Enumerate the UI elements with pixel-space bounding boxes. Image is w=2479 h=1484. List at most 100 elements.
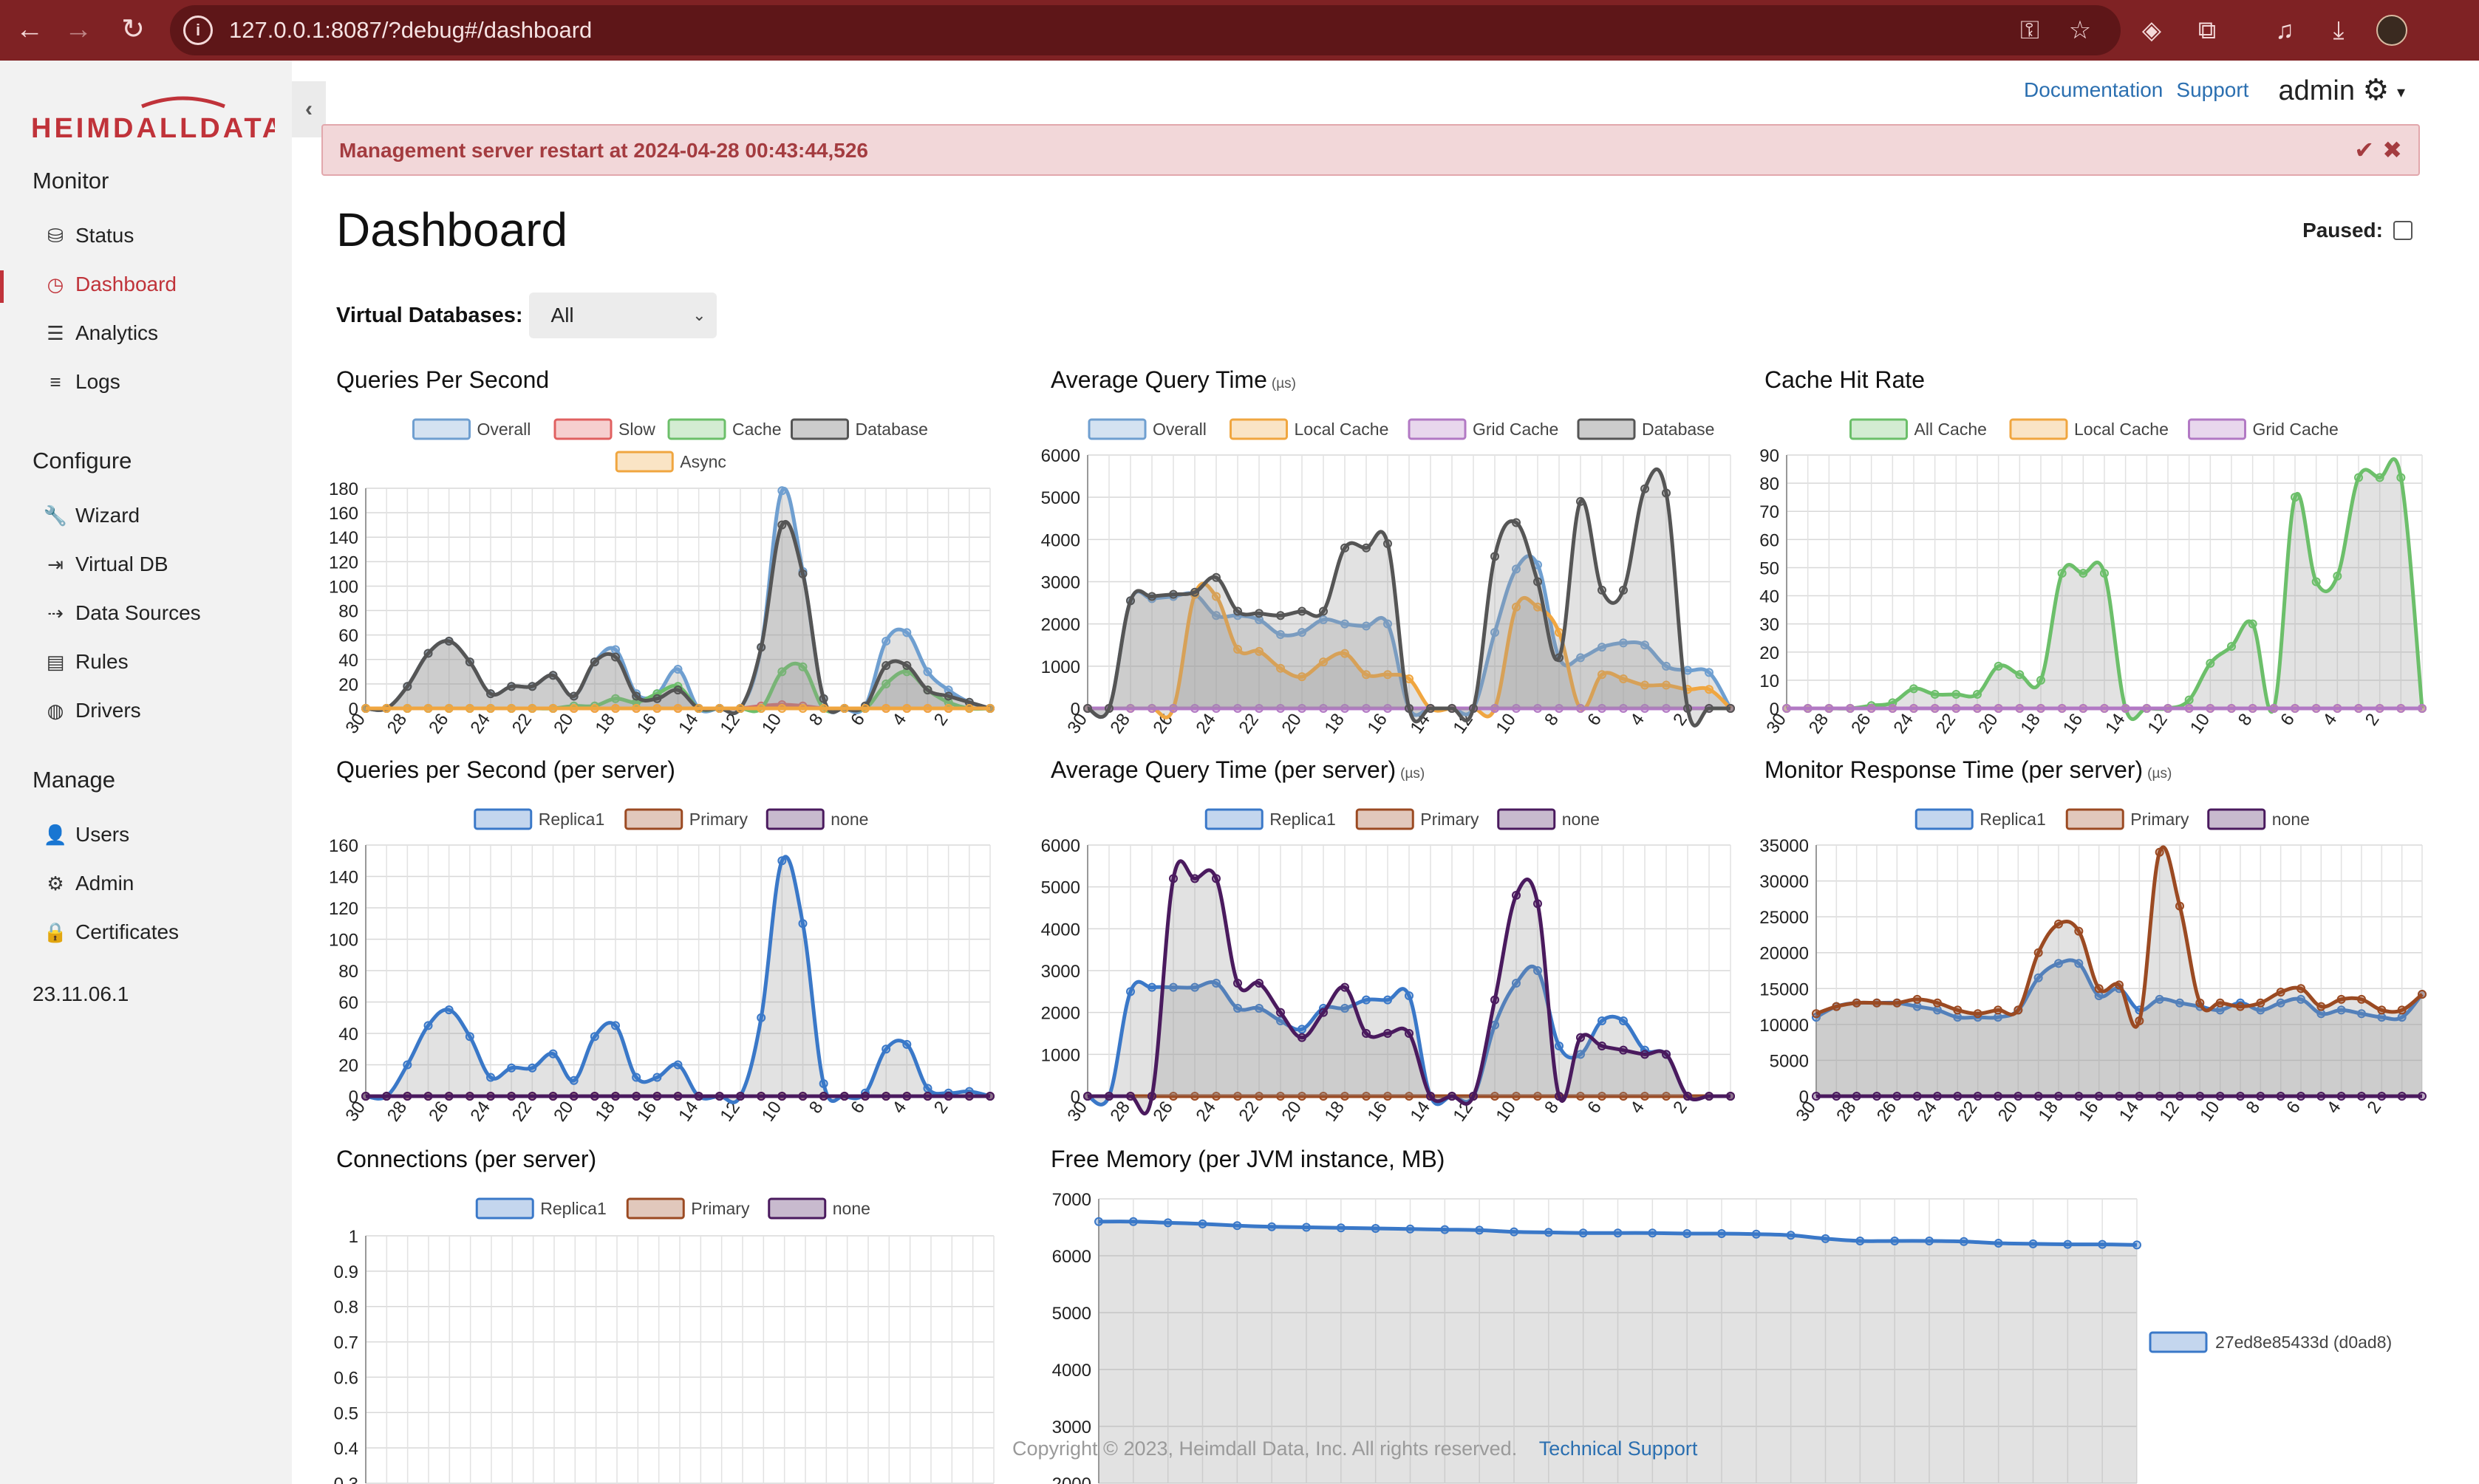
sidebar-item-rules[interactable]: ▤ Rules: [43, 646, 129, 678]
chart-canvas[interactable]: 02040608010012014016030 28 26 24 22 20 18 16 14 1…: [329, 756, 995, 1148]
sidebar-item-users[interactable]: 👤 Users: [43, 818, 129, 851]
x-tick-label: 30: [1762, 710, 1790, 737]
site-info-icon[interactable]: i: [183, 16, 213, 45]
sidebar-item-virtual-db[interactable]: ⇥ Virtual DB: [43, 548, 168, 581]
y-tick-label: 20: [1759, 643, 1779, 663]
data-point: [2354, 704, 2363, 713]
y-tick-label: 120: [329, 899, 358, 919]
data-point: [652, 704, 662, 713]
y-tick-label: 4000: [1041, 920, 1080, 940]
chart-canvas[interactable]: 2000 3000 4000 5000 6000 7000 27ed8e85433d (d0…: [1051, 1146, 2393, 1484]
url-text[interactable]: 127.0.0.1:8087/?debug#/dashboard: [229, 16, 592, 45]
data-point: [1190, 587, 1199, 597]
data-point: [777, 1092, 787, 1101]
data-point: [444, 704, 454, 713]
legend-label: Replica1: [1980, 810, 2046, 829]
chart-canvas[interactable]: 010203040506070809030 28 26 24 22 20 18 16 14 12 1…: [1759, 366, 2427, 760]
paused-checkbox[interactable]: [2393, 221, 2412, 240]
status-icon: ⛁: [47, 225, 64, 247]
sidebar-item-certificates[interactable]: 🔒 Certificates: [43, 916, 179, 948]
x-tick-label: 20: [1278, 1098, 1305, 1125]
chart-canvas[interactable]: 0.3 0.4 0.5 0.6 0.7 0.8 0.9 1 Replica1 Primary non…: [334, 1146, 995, 1484]
data-point: [2418, 1092, 2427, 1101]
star-icon[interactable]: ☆: [2060, 10, 2100, 50]
download-icon[interactable]: ⤓: [2319, 10, 2359, 50]
data-point: [423, 1092, 433, 1101]
legend-label: Slow: [618, 420, 655, 439]
address-bar[interactable]: i 127.0.0.1:8087/?debug#/dashboard: [170, 5, 2121, 55]
forward-icon[interactable]: →: [56, 7, 100, 52]
x-tick-label: 18: [591, 1098, 618, 1125]
y-tick-label: 180: [329, 479, 358, 499]
chevron-down-icon[interactable]: ▾: [2397, 83, 2405, 101]
back-icon[interactable]: ←: [7, 7, 52, 52]
sidebar-item-analytics[interactable]: ☰ Analytics: [43, 317, 158, 349]
data-point: [590, 657, 599, 667]
data-point: [444, 636, 454, 646]
close-icon[interactable]: ✖: [2382, 136, 2402, 164]
gear-icon[interactable]: ⚙: [2363, 74, 2390, 106]
support-link[interactable]: Support: [2176, 78, 2248, 102]
data-point: [1705, 685, 1714, 694]
data-point: [673, 1092, 683, 1101]
profile-avatar[interactable]: [2372, 10, 2412, 50]
virtual-db-select[interactable]: All ⌄: [528, 293, 717, 338]
technical-support-link[interactable]: Technical Support: [1539, 1437, 1698, 1460]
data-point: [882, 704, 891, 713]
reload-icon[interactable]: ↻: [111, 7, 155, 52]
sidebar-item-drivers[interactable]: ◍ Drivers: [43, 694, 141, 727]
data-point: [1276, 1008, 1285, 1017]
data-point: [923, 685, 932, 695]
version-label: 23.11.06.1: [33, 982, 129, 1005]
data-point: [1803, 704, 1813, 713]
legend-label: Grid Cache: [2253, 420, 2339, 439]
legend-swatch: [1577, 418, 1636, 440]
data-point: [548, 1092, 558, 1101]
sidebar-item-admin[interactable]: ⚙ Admin: [43, 867, 134, 900]
chart-canvas[interactable]: 02040608010012014016018030 28 26 24 22 20 18 16…: [329, 366, 995, 760]
chart-canvas[interactable]: 010002000300040005000600030 28 26 24 22 20 18 1…: [1041, 756, 1735, 1148]
data-point: [1912, 994, 1922, 1004]
data-point: [2397, 1005, 2407, 1015]
sidebar: HEIMDALLDATA Monitor ⛁ Status ◷ Dashboard ☰ An…: [0, 61, 292, 1484]
data-point: [2333, 571, 2342, 581]
legend-label: Replica1: [1269, 810, 1336, 829]
sidebar-item-dashboard[interactable]: ◷ Dashboard: [43, 268, 177, 301]
y-tick-label: 6000: [1041, 836, 1080, 856]
documentation-link[interactable]: Documentation: [2024, 78, 2163, 102]
media-icon[interactable]: ♫: [2265, 10, 2305, 50]
sidebar-item-status[interactable]: ⛁ Status: [43, 219, 134, 252]
data-point: [1512, 891, 1521, 900]
data-point: [486, 689, 495, 699]
data-point: [1405, 991, 1414, 1000]
x-tick-label: 30: [1792, 1098, 1819, 1125]
data-point: [569, 1076, 579, 1085]
admin-user-label[interactable]: admin: [2278, 75, 2355, 106]
data-point: [1994, 704, 2003, 713]
y-tick-label: 3000: [1041, 573, 1080, 593]
x-tick-label: 22: [1954, 1098, 1981, 1125]
key-icon[interactable]: ⚿: [2010, 10, 2050, 50]
data-point: [1212, 874, 1221, 883]
data-point: [2256, 1092, 2265, 1101]
data-point: [1148, 592, 1156, 601]
sidebar-item-data-sources[interactable]: ⇢ Data Sources: [43, 597, 201, 629]
sidebar-item-logs[interactable]: ≡ Logs: [43, 366, 120, 398]
data-point: [1576, 1033, 1585, 1042]
extension-icon[interactable]: ◈: [2132, 10, 2172, 50]
heimdall-logo[interactable]: HEIMDALLDATA: [31, 90, 275, 149]
chart-canvas[interactable]: 010002000300040005000600030 28 26 24 22 20 18 1…: [1041, 366, 1735, 760]
data-point: [798, 569, 808, 578]
data-point: [1447, 1092, 1456, 1101]
puzzle-icon[interactable]: ⧉: [2187, 10, 2227, 50]
admin-menu[interactable]: admin ⚙ ▾: [2278, 73, 2405, 107]
data-point: [1855, 1236, 1865, 1245]
data-point: [1852, 1092, 1861, 1101]
checkmark-icon[interactable]: ✔: [2354, 136, 2374, 164]
legend-swatch: [2149, 1331, 2208, 1353]
virtual-db-selected-value[interactable]: All: [551, 304, 574, 326]
sidebar-item-wizard[interactable]: 🔧 Wizard: [43, 499, 140, 532]
data-point: [819, 1079, 828, 1088]
chart-canvas[interactable]: 0500010000150002000025000300003500030 28 2…: [1759, 756, 2427, 1148]
x-tick-label: 20: [550, 1098, 577, 1125]
